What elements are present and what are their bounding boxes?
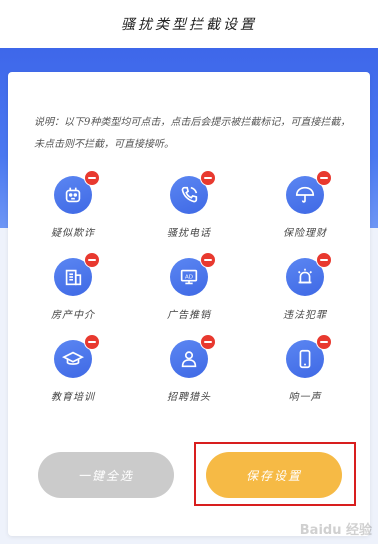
remove-badge[interactable]	[200, 252, 216, 268]
remove-badge[interactable]	[316, 170, 332, 186]
category-label: 疑似欺诈	[51, 228, 95, 239]
category-label: 响一声	[288, 392, 322, 403]
robot-icon	[54, 170, 100, 214]
remove-badge[interactable]	[84, 252, 100, 268]
alarm-light-icon	[286, 252, 332, 296]
category-label: 违法犯罪	[283, 310, 327, 321]
svg-text:AD: AD	[185, 274, 193, 280]
ad-screen-icon: AD	[170, 252, 216, 296]
person-icon	[170, 334, 216, 378]
category-item-one-ring[interactable]: 响一声	[260, 334, 350, 410]
category-label: 骚扰电话	[167, 228, 211, 239]
highlight-box	[194, 442, 356, 506]
remove-badge[interactable]	[84, 334, 100, 350]
page-title: 骚扰类型拦截设置	[121, 17, 257, 33]
header: 骚扰类型拦截设置	[0, 0, 378, 48]
watermark: Baidu 经验	[299, 523, 372, 538]
category-label: 招聘猎头	[167, 392, 211, 403]
category-item-advertising[interactable]: AD 广告推销	[144, 252, 234, 328]
category-item-real-estate[interactable]: 房产中介	[28, 252, 118, 328]
category-item-education[interactable]: 教育培训	[28, 334, 118, 410]
category-label: 教育培训	[51, 392, 95, 403]
category-item-fraud[interactable]: 疑似欺诈	[28, 170, 118, 246]
category-label: 广告推销	[167, 310, 211, 321]
category-item-recruitment[interactable]: 招聘猎头	[144, 334, 234, 410]
instruction-text: 说明：以下9种类型均可点击，点击后会提示被拦截标记，可直接拦截，未点击则不拦截，…	[34, 117, 351, 150]
umbrella-icon	[286, 170, 332, 214]
category-item-crime[interactable]: 违法犯罪	[260, 252, 350, 328]
graduation-cap-icon	[54, 334, 100, 378]
category-item-insurance[interactable]: 保险理财	[260, 170, 350, 246]
remove-badge[interactable]	[200, 334, 216, 350]
phone-icon	[170, 170, 216, 214]
remove-badge[interactable]	[200, 170, 216, 186]
category-label: 房产中介	[51, 310, 95, 321]
select-all-button[interactable]: 一键全选	[38, 452, 174, 498]
remove-badge[interactable]	[84, 170, 100, 186]
category-label: 保险理财	[283, 228, 327, 239]
remove-badge[interactable]	[316, 334, 332, 350]
mobile-phone-icon	[286, 334, 332, 378]
category-item-harassment[interactable]: 骚扰电话	[144, 170, 234, 246]
remove-badge[interactable]	[316, 252, 332, 268]
building-icon	[54, 252, 100, 296]
